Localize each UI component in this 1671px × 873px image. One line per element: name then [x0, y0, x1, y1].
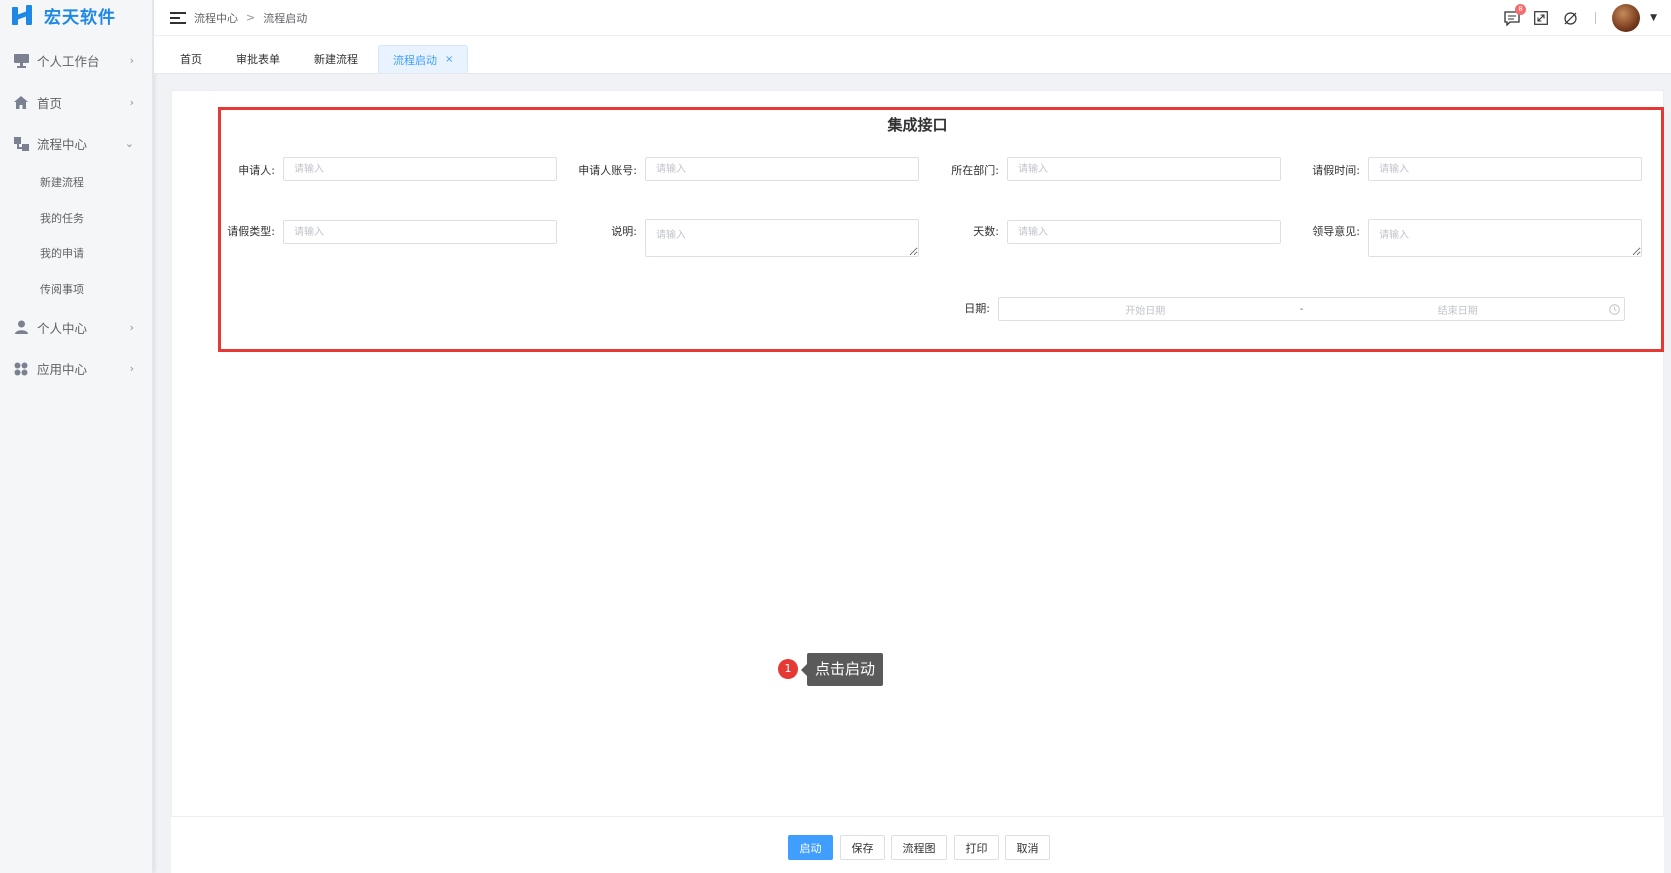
leave-time-label: 请假时间: [1312, 164, 1360, 177]
notification-badge: 8 [1515, 4, 1527, 15]
sidebar-item-personal-center[interactable]: 个人中心 › [0, 307, 152, 349]
close-icon[interactable]: × [445, 54, 453, 65]
tab-label: 流程启动 [393, 53, 437, 67]
days-label: 天数: [973, 225, 999, 238]
department-label: 所在部门: [951, 164, 999, 177]
applicant-input[interactable] [283, 157, 557, 181]
sidebar: 宏天软件 个人工作台 › 首页 › 流程中心 ⌄ 新建流程 我的任务 我的申请 … [0, 0, 153, 873]
header-actions: 8 ▼ [1492, 0, 1657, 36]
sidebar-item-label: 流程中心 [37, 137, 88, 153]
logo-text: 宏天软件 [44, 7, 116, 28]
flow-icon [13, 136, 29, 152]
header-divider [1595, 12, 1597, 24]
date-label: 日期: [964, 302, 990, 315]
sidebar-item-label: 个人中心 [37, 320, 88, 336]
start-date-input[interactable]: 开始日期 [999, 302, 1292, 317]
breadcrumb-current: 流程启动 [263, 11, 308, 25]
fullscreen-icon[interactable] [1532, 9, 1550, 27]
breadcrumb-separator: > [246, 11, 256, 24]
breadcrumb: 流程中心 > 流程启动 [194, 10, 307, 26]
days-input[interactable] [1007, 220, 1281, 244]
applicant-account-label: 申请人账号: [578, 164, 637, 177]
sidebar-subitem-new-flow[interactable]: 新建流程 [0, 165, 152, 201]
leader-opinion-label: 领导意见: [1312, 225, 1360, 238]
chevron-right-icon: › [129, 54, 134, 68]
chevron-down-icon: ⌄ [124, 137, 134, 151]
menu-toggle-icon[interactable] [170, 11, 186, 24]
sidebar-menu: 个人工作台 › 首页 › 流程中心 ⌄ 新建流程 我的任务 我的申请 传阅事项 [0, 40, 152, 390]
caret-down-icon[interactable]: ▼ [1650, 13, 1657, 23]
user-icon [13, 319, 29, 335]
sidebar-item-home[interactable]: 首页 › [0, 82, 152, 124]
logo-icon [12, 5, 34, 25]
top-header: 流程中心 > 流程启动 8 ▼ [154, 0, 1671, 36]
chevron-right-icon: › [129, 362, 134, 376]
leave-type-label: 请假类型: [227, 225, 275, 238]
tab-approval-form[interactable]: 审批表单 [222, 45, 294, 73]
leader-opinion-textarea[interactable] [1368, 219, 1642, 257]
applicant-label: 申请人: [238, 164, 275, 177]
sidebar-subitem-my-applications[interactable]: 我的申请 [0, 236, 152, 272]
date-range-picker[interactable]: 开始日期 - 结束日期 [998, 297, 1625, 321]
department-input[interactable] [1007, 157, 1281, 181]
apps-icon [13, 361, 29, 377]
tab-flow-start[interactable]: 流程启动 × [378, 45, 469, 73]
sidebar-item-flow-center[interactable]: 流程中心 ⌄ [0, 123, 152, 165]
date-range-separator: - [1299, 303, 1304, 315]
monitor-icon [13, 53, 29, 69]
chevron-right-icon: › [129, 320, 134, 334]
description-textarea[interactable] [645, 219, 919, 257]
leave-time-input[interactable] [1368, 157, 1642, 181]
end-date-input[interactable]: 结束日期 [1312, 302, 1605, 317]
home-icon [13, 94, 29, 110]
save-button[interactable]: 保存 [840, 835, 885, 860]
app-root: 宏天软件 个人工作台 › 首页 › 流程中心 ⌄ 新建流程 我的任务 我的申请 … [0, 0, 1671, 873]
tab-new-flow[interactable]: 新建流程 [300, 45, 372, 73]
message-icon[interactable]: 8 [1503, 4, 1527, 27]
tab-label: 新建流程 [314, 53, 358, 66]
clock-icon [1604, 303, 1624, 315]
tab-home[interactable]: 首页 [166, 45, 216, 73]
user-avatar[interactable] [1612, 4, 1641, 32]
sidebar-item-workbench[interactable]: 个人工作台 › [0, 40, 152, 82]
tab-label: 审批表单 [236, 53, 280, 66]
chevron-right-icon: › [129, 95, 134, 109]
leave-type-input[interactable] [283, 220, 557, 244]
step-tooltip: 点击启动 [800, 653, 884, 686]
sidebar-item-label: 个人工作台 [37, 54, 100, 70]
sidebar-item-app-center[interactable]: 应用中心 › [0, 348, 152, 390]
tab-label: 首页 [180, 53, 202, 66]
sidebar-subitem-my-tasks[interactable]: 我的任务 [0, 200, 152, 236]
description-label: 说明: [611, 225, 637, 238]
start-button[interactable]: 启动 [788, 835, 833, 860]
print-button[interactable]: 打印 [954, 835, 999, 860]
cancel-button[interactable]: 取消 [1005, 835, 1050, 860]
tab-bar: 首页 审批表单 新建流程 流程启动 × [154, 36, 1671, 74]
sidebar-subitem-circulated[interactable]: 传阅事项 [0, 271, 152, 307]
sidebar-item-label: 首页 [37, 95, 63, 111]
sidebar-item-label: 应用中心 [37, 362, 88, 378]
hide-icon[interactable] [1561, 9, 1579, 27]
applicant-account-input[interactable] [645, 157, 919, 181]
step-number-badge: 1 [778, 659, 798, 679]
breadcrumb-item[interactable]: 流程中心 [194, 10, 238, 26]
form-title: 集成接口 [887, 116, 948, 134]
flowchart-button[interactable]: 流程图 [891, 835, 947, 860]
logo[interactable]: 宏天软件 [0, 0, 152, 30]
